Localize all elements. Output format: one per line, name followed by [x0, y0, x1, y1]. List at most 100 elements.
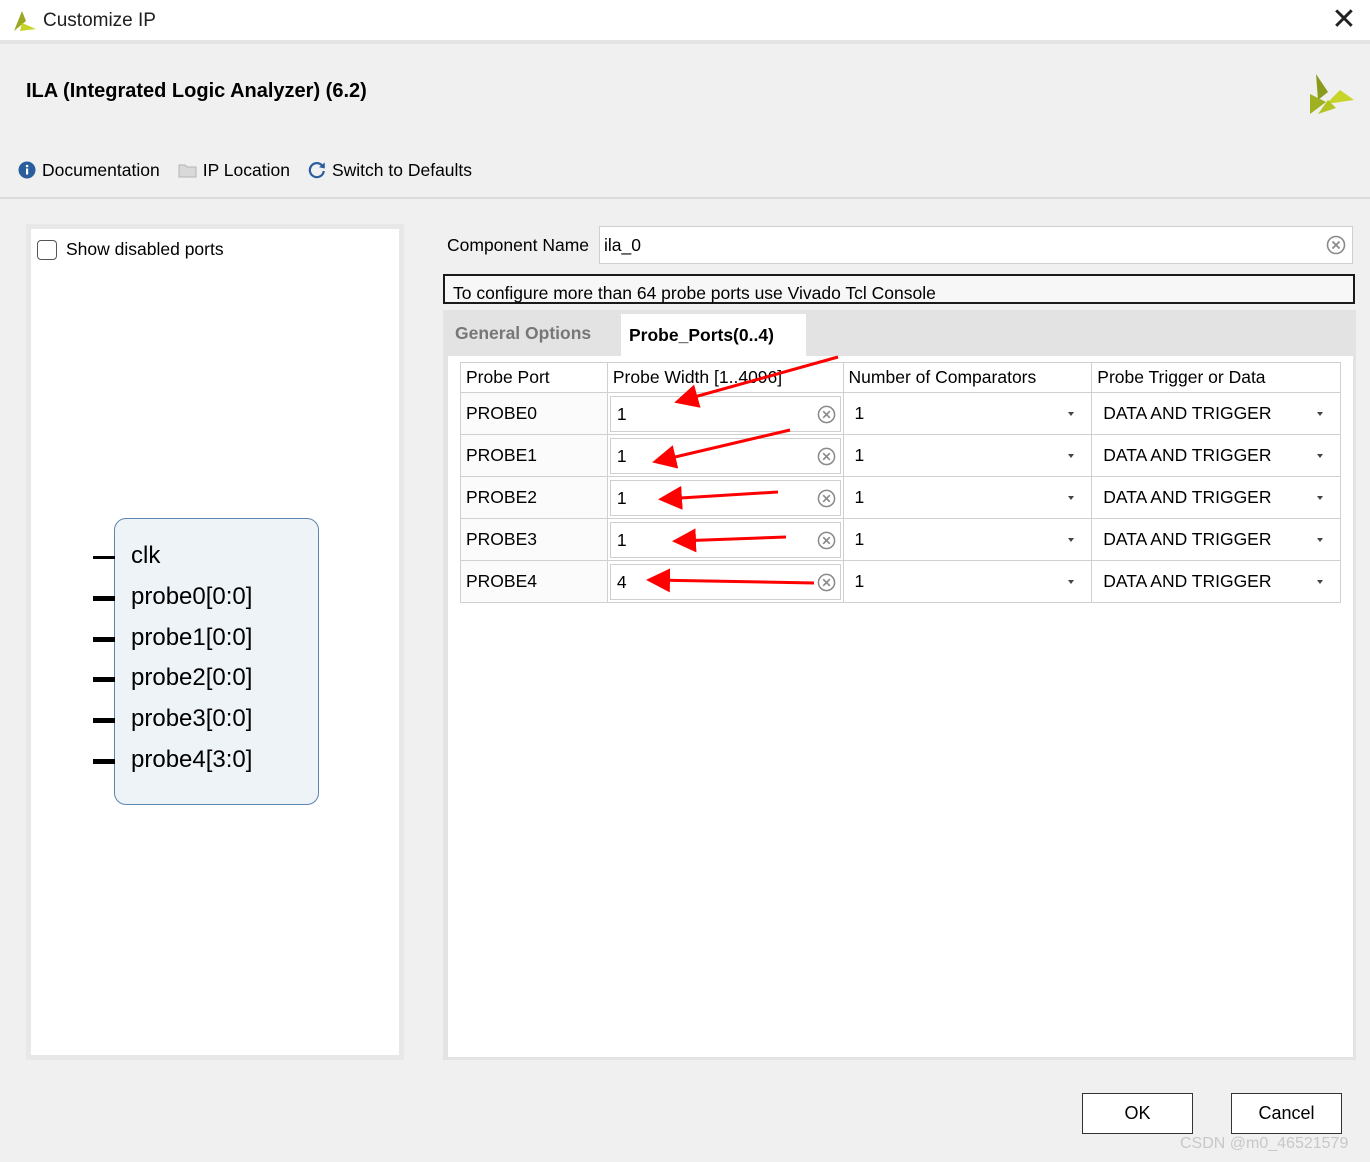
dropdown-caret-icon [1317, 495, 1323, 500]
probe-width-cell: 4 [606, 560, 844, 603]
refresh-icon [308, 162, 325, 179]
port-pin [93, 556, 115, 559]
probe-port-cell: PROBE1 [460, 434, 608, 477]
documentation-button[interactable]: Documentation [18, 160, 160, 181]
trigger-dropdown[interactable]: DATA AND TRIGGER [1097, 522, 1335, 558]
trigger-value: DATA AND TRIGGER [1103, 486, 1272, 507]
trigger-value: DATA AND TRIGGER [1103, 528, 1272, 549]
trigger-value: DATA AND TRIGGER [1103, 570, 1272, 591]
component-name-input[interactable]: ila_0 [599, 226, 1353, 264]
dropdown-caret-icon [1068, 579, 1075, 584]
table-row: PROBE2 1 1 DATA AND TRIGGER [460, 476, 1341, 519]
comparators-dropdown[interactable]: 1 [849, 480, 1087, 516]
probe-width-value: 4 [616, 571, 627, 592]
tab-general-options[interactable]: General Options [455, 323, 591, 344]
clear-icon[interactable] [817, 489, 836, 508]
comparators-dropdown[interactable]: 1 [849, 396, 1087, 432]
trigger-cell: DATA AND TRIGGER [1091, 518, 1341, 561]
clear-icon[interactable] [817, 447, 836, 466]
comparators-cell: 1 [842, 392, 1093, 435]
tab-probe-ports[interactable]: Probe_Ports(0..4) [621, 314, 806, 356]
tab-container: General Options Probe_Ports(0..4) Probe … [443, 310, 1356, 1060]
probe-width-cell: 1 [606, 392, 844, 435]
table-row: PROBE3 1 1 DATA AND TRIGGER [460, 518, 1341, 561]
comparators-cell: 1 [842, 434, 1093, 477]
probe-ports-table: Probe Port Probe Width [1..4096] Number … [460, 362, 1341, 603]
probe-width-input[interactable]: 1 [609, 479, 841, 516]
comparators-value: 1 [854, 444, 865, 465]
comparators-cell: 1 [842, 518, 1093, 561]
comparators-dropdown[interactable]: 1 [849, 564, 1087, 600]
trigger-dropdown[interactable]: DATA AND TRIGGER [1097, 480, 1335, 516]
customize-ip-dialog: Customize IP ✕ ILA (Integrated Logic Ana… [0, 0, 1370, 1162]
probe-width-cell: 1 [606, 518, 844, 561]
trigger-dropdown[interactable]: DATA AND TRIGGER [1097, 396, 1335, 432]
column-header: Probe Port [460, 362, 608, 393]
dropdown-caret-icon [1068, 411, 1075, 416]
ip-location-button[interactable]: IP Location [178, 160, 290, 181]
comparators-dropdown[interactable]: 1 [849, 522, 1087, 558]
xilinx-logo-icon [1310, 74, 1354, 114]
probe-port-name: PROBE0 [466, 403, 537, 423]
show-disabled-ports-label: Show disabled ports [66, 239, 224, 259]
column-header: Number of Comparators [842, 362, 1093, 393]
clear-icon[interactable] [817, 405, 836, 424]
trigger-dropdown[interactable]: DATA AND TRIGGER [1097, 564, 1335, 600]
probe-width-input[interactable]: 1 [609, 437, 841, 474]
cancel-button[interactable]: Cancel [1231, 1093, 1342, 1134]
port-pin [93, 677, 115, 682]
dropdown-caret-icon [1317, 453, 1323, 458]
trigger-cell: DATA AND TRIGGER [1091, 476, 1341, 519]
port-pin [93, 759, 115, 764]
documentation-label: Documentation [42, 159, 160, 180]
table-header-row: Probe Port Probe Width [1..4096] Number … [460, 362, 1341, 393]
ip-title: ILA (Integrated Logic Analyzer) (6.2) [26, 80, 367, 102]
dropdown-caret-icon [1068, 495, 1075, 500]
comparators-value: 1 [854, 402, 865, 423]
column-header: Probe Width [1..4096] [606, 362, 844, 393]
port-probe4: probe4[3:0] [93, 746, 355, 776]
dropdown-caret-icon [1317, 411, 1323, 416]
port-name: probe0[0:0] [131, 583, 253, 610]
probe-width-input[interactable]: 1 [609, 521, 841, 558]
port-name: clk [131, 542, 161, 569]
divider [0, 197, 1370, 199]
probe-port-name: PROBE1 [466, 445, 537, 465]
comparators-dropdown[interactable]: 1 [849, 438, 1087, 474]
clear-icon[interactable] [1326, 235, 1346, 255]
ok-button[interactable]: OK [1082, 1093, 1193, 1134]
port-name: probe2[0:0] [131, 664, 253, 691]
comparators-value: 1 [854, 486, 865, 507]
info-icon [18, 161, 36, 179]
xilinx-logo-icon [14, 11, 36, 31]
checkbox-box[interactable] [37, 239, 57, 260]
probe-width-input[interactable]: 1 [609, 395, 841, 432]
switch-defaults-button[interactable]: Switch to Defaults [308, 160, 472, 181]
close-icon[interactable]: ✕ [1326, 4, 1362, 38]
trigger-cell: DATA AND TRIGGER [1091, 434, 1341, 477]
port-probe1: probe1[0:0] [93, 624, 355, 654]
dropdown-caret-icon [1317, 537, 1323, 542]
comparators-value: 1 [854, 570, 865, 591]
probe-width-cell: 1 [606, 476, 844, 519]
clear-icon[interactable] [817, 531, 836, 550]
component-name-label: Component Name [447, 235, 590, 255]
switch-defaults-label: Switch to Defaults [331, 159, 473, 180]
probe-width-value: 1 [616, 445, 627, 466]
clear-icon[interactable] [817, 573, 836, 592]
show-disabled-ports-checkbox[interactable]: Show disabled ports [37, 239, 224, 260]
tab-content: Probe Port Probe Width [1..4096] Number … [448, 356, 1353, 1057]
probe-width-input[interactable]: 4 [609, 563, 841, 600]
title-bar: Customize IP ✕ [0, 0, 1370, 44]
trigger-dropdown[interactable]: DATA AND TRIGGER [1097, 438, 1335, 474]
table-row: PROBE0 1 1 DATA AND TRIGGER [460, 392, 1341, 435]
dropdown-caret-icon [1317, 579, 1323, 584]
probe-width-value: 1 [616, 403, 627, 424]
trigger-cell: DATA AND TRIGGER [1091, 392, 1341, 435]
info-message: To configure more than 64 probe ports us… [443, 274, 1355, 304]
comparators-cell: 1 [842, 476, 1093, 519]
port-name: probe4[3:0] [131, 746, 253, 773]
comparators-cell: 1 [842, 560, 1093, 603]
probe-port-name: PROBE3 [466, 529, 537, 549]
probe-width-value: 1 [616, 487, 627, 508]
